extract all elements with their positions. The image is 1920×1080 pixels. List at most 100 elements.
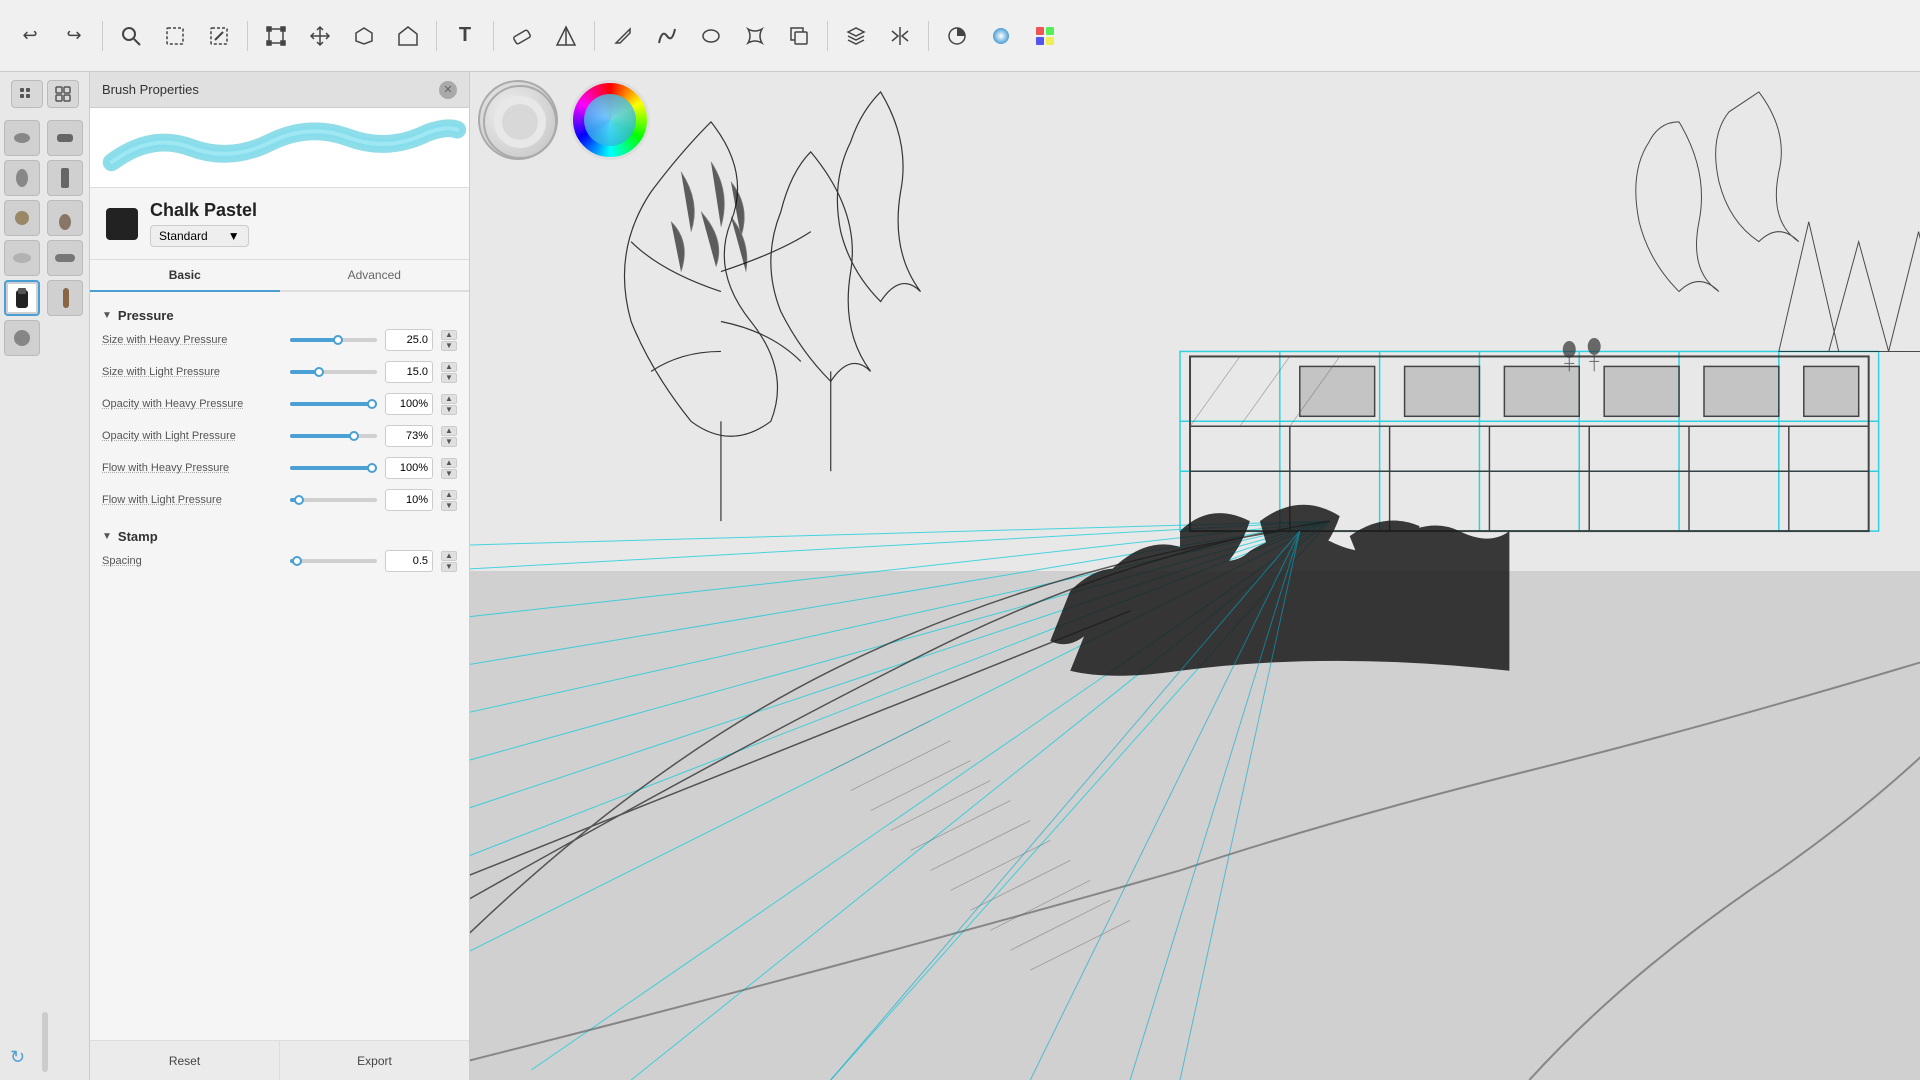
spacing-value[interactable]: 0.5 <box>385 550 433 572</box>
undo-button[interactable]: ↩ <box>10 16 50 56</box>
panel-close-button[interactable]: ✕ <box>439 81 457 99</box>
stamp-section-label: Stamp <box>118 529 158 544</box>
panel-title: Brush Properties <box>102 82 199 97</box>
spacing-slider[interactable] <box>290 553 377 569</box>
color-wheel[interactable] <box>570 80 650 160</box>
move-button[interactable] <box>300 16 340 56</box>
zoom-button[interactable] <box>111 16 151 56</box>
left-panel: ↻ <box>0 72 90 1080</box>
size-heavy-down[interactable]: ▼ <box>441 341 457 351</box>
size-heavy-slider[interactable] <box>290 332 377 348</box>
flow-heavy-up[interactable]: ▲ <box>441 458 457 468</box>
fill-button[interactable] <box>388 16 428 56</box>
clone-button[interactable] <box>779 16 819 56</box>
flow-heavy-stepper[interactable]: ▲ ▼ <box>441 458 457 479</box>
list-view-button[interactable] <box>11 80 43 108</box>
tab-basic[interactable]: Basic <box>90 260 280 292</box>
color-wheel-button[interactable] <box>981 16 1021 56</box>
reset-button[interactable]: Reset <box>90 1041 280 1080</box>
flow-light-stepper[interactable]: ▲ ▼ <box>441 490 457 511</box>
corner-controls <box>470 72 600 202</box>
opacity-heavy-slider[interactable] <box>290 396 377 412</box>
opacity-heavy-stepper[interactable]: ▲ ▼ <box>441 394 457 415</box>
text-button[interactable]: T <box>445 16 485 56</box>
toolbar-divider-1 <box>102 21 103 51</box>
redo-button[interactable]: ↪ <box>54 16 94 56</box>
pen-button[interactable] <box>603 16 643 56</box>
symmetry-button[interactable] <box>880 16 920 56</box>
flow-light-slider[interactable] <box>290 492 377 508</box>
opacity-heavy-row: Opacity with Heavy Pressure 100% ▲ ▼ <box>102 393 457 415</box>
pressure-section-header[interactable]: ▼ Pressure <box>102 300 457 329</box>
brush-info: Chalk Pastel Standard ▼ <box>90 188 469 260</box>
size-light-down[interactable]: ▼ <box>441 373 457 383</box>
size-light-up[interactable]: ▲ <box>441 362 457 372</box>
brush-item-2[interactable] <box>47 120 83 156</box>
size-light-stepper[interactable]: ▲ ▼ <box>441 362 457 383</box>
toolbar-divider-4 <box>493 21 494 51</box>
lasso-button[interactable] <box>344 16 384 56</box>
flow-heavy-value[interactable]: 100% <box>385 457 433 479</box>
opacity-light-down[interactable]: ▼ <box>441 437 457 447</box>
spacing-down[interactable]: ▼ <box>441 562 457 572</box>
size-heavy-up[interactable]: ▲ <box>441 330 457 340</box>
brush-item-7[interactable] <box>4 240 40 276</box>
stamp-collapse-icon: ▼ <box>102 531 112 542</box>
perspective-button[interactable] <box>546 16 586 56</box>
preset-value: Standard <box>159 229 208 243</box>
spacing-stepper[interactable]: ▲ ▼ <box>441 551 457 572</box>
brush-properties-scroll[interactable]: ▼ Pressure Size with Heavy Pressure 25.0… <box>90 292 469 1040</box>
drawing-canvas[interactable] <box>470 72 1920 1080</box>
warp-button[interactable] <box>735 16 775 56</box>
sync-icon[interactable]: ↻ <box>10 1047 25 1068</box>
size-light-value[interactable]: 15.0 <box>385 361 433 383</box>
flow-light-value[interactable]: 10% <box>385 489 433 511</box>
grid-view-button[interactable] <box>47 80 79 108</box>
deselect-button[interactable] <box>199 16 239 56</box>
stamp-section-header[interactable]: ▼ Stamp <box>102 521 457 550</box>
brush-item-11[interactable] <box>4 320 40 356</box>
opacity-light-value[interactable]: 73% <box>385 425 433 447</box>
brush-item-10[interactable] <box>47 280 83 316</box>
brush-item-3[interactable] <box>4 160 40 196</box>
spacing-up[interactable]: ▲ <box>441 551 457 561</box>
brush-list-scrollbar[interactable] <box>42 1012 48 1072</box>
layers-button[interactable] <box>836 16 876 56</box>
navigator-wheel[interactable] <box>478 80 558 160</box>
preset-dropdown[interactable]: Standard ▼ <box>150 225 249 247</box>
canvas-area[interactable] <box>470 72 1920 1080</box>
select-button[interactable] <box>155 16 195 56</box>
palette-button[interactable] <box>1025 16 1065 56</box>
brush-item-6[interactable] <box>47 200 83 236</box>
brush-item-4[interactable] <box>47 160 83 196</box>
brush-item-8[interactable] <box>47 240 83 276</box>
opacity-heavy-up[interactable]: ▲ <box>441 394 457 404</box>
flow-light-up[interactable]: ▲ <box>441 490 457 500</box>
opacity-light-stepper[interactable]: ▲ ▼ <box>441 426 457 447</box>
transform-button[interactable] <box>256 16 296 56</box>
ellipse-button[interactable] <box>691 16 731 56</box>
toolbar-divider-3 <box>436 21 437 51</box>
size-heavy-value[interactable]: 25.0 <box>385 329 433 351</box>
export-button[interactable]: Export <box>280 1041 469 1080</box>
brush-item-1[interactable] <box>4 120 40 156</box>
brush-item-5[interactable] <box>4 200 40 236</box>
brush-item-9-selected[interactable] <box>4 280 40 316</box>
opacity-light-slider[interactable] <box>290 428 377 444</box>
opacity-heavy-down[interactable]: ▼ <box>441 405 457 415</box>
flow-light-down[interactable]: ▼ <box>441 501 457 511</box>
size-light-slider[interactable] <box>290 364 377 380</box>
eraser-button[interactable] <box>502 16 542 56</box>
toolbar: ↩ ↪ <box>0 0 1920 72</box>
flow-heavy-down[interactable]: ▼ <box>441 469 457 479</box>
toolbar-divider-6 <box>827 21 828 51</box>
size-heavy-stepper[interactable]: ▲ ▼ <box>441 330 457 351</box>
opacity-light-up[interactable]: ▲ <box>441 426 457 436</box>
opacity-heavy-value[interactable]: 100% <box>385 393 433 415</box>
panel-header: Brush Properties ✕ <box>90 72 469 108</box>
flow-heavy-slider[interactable] <box>290 460 377 476</box>
flow-light-label: Flow with Light Pressure <box>102 494 282 506</box>
tab-advanced[interactable]: Advanced <box>280 260 470 292</box>
curve-button[interactable] <box>647 16 687 56</box>
color-adjust-button[interactable] <box>937 16 977 56</box>
